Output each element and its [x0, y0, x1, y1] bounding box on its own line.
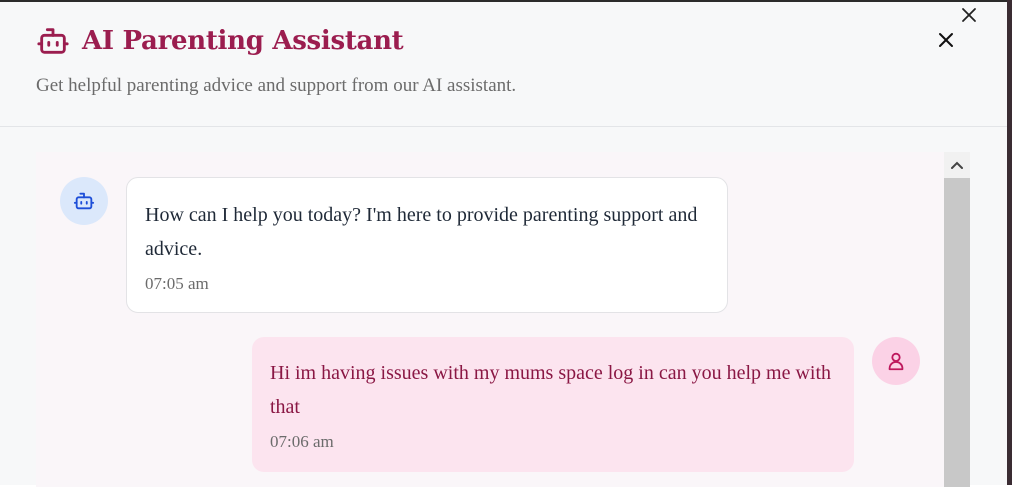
close-button[interactable]: [934, 28, 958, 52]
chevron-up-icon: [951, 161, 963, 169]
dialog-title: AI Parenting Assistant: [82, 26, 404, 56]
outer-close-button[interactable]: [958, 4, 980, 26]
bot-icon: [73, 192, 95, 210]
scroll-thumb[interactable]: [944, 178, 970, 487]
message-timestamp: 07:06 am: [270, 432, 334, 451]
scrollbar[interactable]: [944, 152, 970, 487]
dialog-subtitle: Get helpful parenting advice and support…: [36, 75, 517, 96]
close-icon: [962, 8, 976, 22]
close-icon: [939, 33, 953, 47]
message-timestamp: 07:05 am: [145, 274, 209, 293]
assistant-avatar: [60, 177, 108, 225]
message-text: How can I help you today? I'm here to pr…: [145, 204, 698, 260]
user-message: Hi im having issues with my mums space l…: [252, 337, 854, 472]
dialog-header: AI Parenting Assistant Get helpful paren…: [0, 2, 1007, 127]
message-text: Hi im having issues with my mums space l…: [270, 362, 832, 418]
scroll-up-button[interactable]: [944, 152, 970, 178]
title-row: AI Parenting Assistant: [36, 24, 404, 58]
assistant-message: How can I help you today? I'm here to pr…: [126, 177, 728, 313]
user-avatar: [872, 337, 920, 385]
chat-dialog: AI Parenting Assistant Get helpful paren…: [0, 2, 1007, 487]
user-icon: [888, 352, 904, 371]
bot-icon: [36, 24, 70, 58]
window-frame-right: [1007, 0, 1012, 485]
